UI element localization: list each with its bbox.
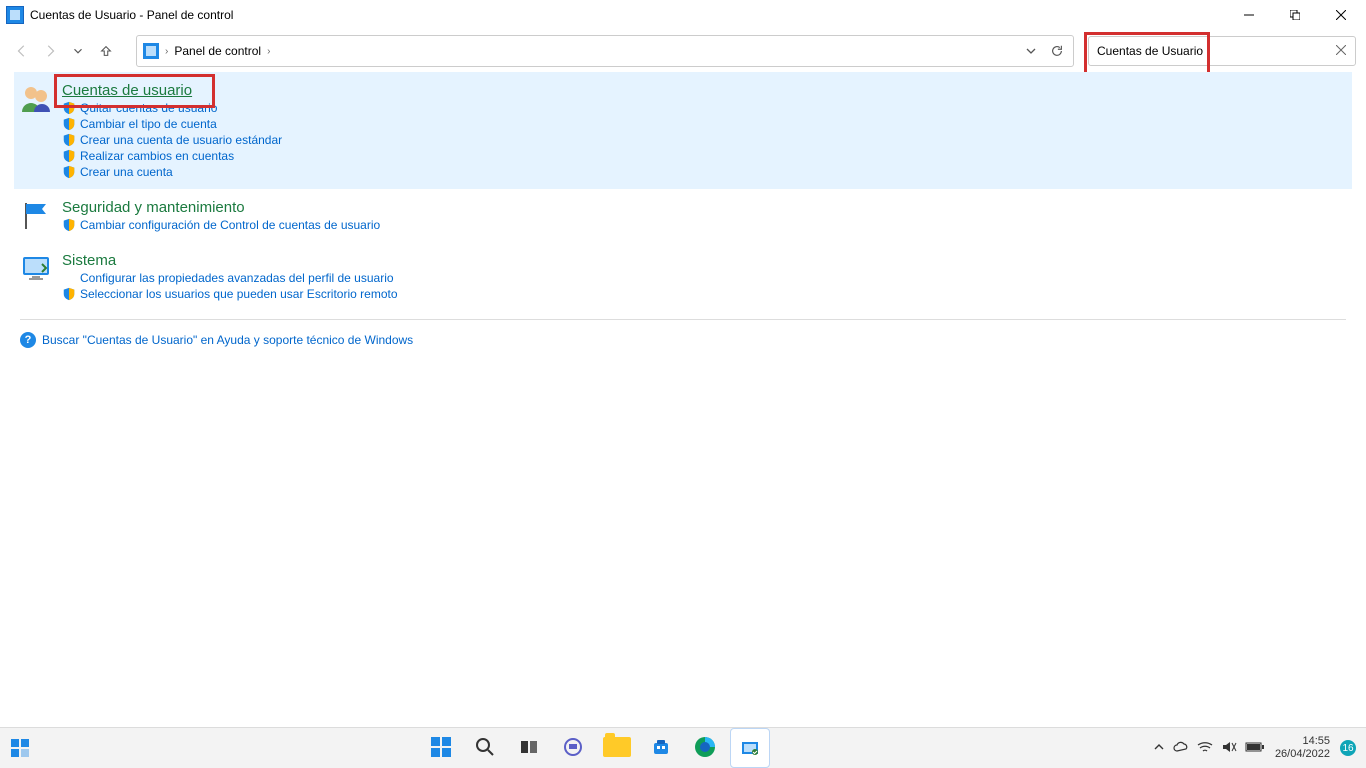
recent-button[interactable] <box>66 39 90 63</box>
user-accounts-icon <box>20 82 52 114</box>
forward-button[interactable] <box>38 39 62 63</box>
address-dropdown-button[interactable] <box>1021 45 1041 57</box>
control-panel-task-button[interactable] <box>730 728 770 768</box>
result-link[interactable]: Cambiar configuración de Control de cuen… <box>62 218 380 232</box>
minimize-button[interactable] <box>1226 0 1272 30</box>
maximize-button[interactable] <box>1272 0 1318 30</box>
shield-icon <box>62 218 76 232</box>
clock-date: 26/04/2022 <box>1275 748 1330 761</box>
result-title[interactable]: Seguridad y mantenimiento <box>62 199 380 216</box>
shield-icon <box>62 117 76 131</box>
result-link[interactable]: Cambiar el tipo de cuenta <box>62 117 282 131</box>
taskbar: 14:55 26/04/2022 16 <box>0 727 1366 768</box>
shield-icon <box>62 165 76 179</box>
search-input[interactable] <box>1095 43 1333 59</box>
chevron-right-icon: › <box>165 46 168 57</box>
separator <box>20 319 1346 320</box>
wifi-icon[interactable] <box>1197 741 1213 756</box>
help-search-label[interactable]: Buscar "Cuentas de Usuario" en Ayuda y s… <box>42 333 413 347</box>
result-group-sistema[interactable]: Sistema Configurar las propiedades avanz… <box>14 242 1352 311</box>
file-explorer-button[interactable] <box>598 728 636 766</box>
start-button[interactable] <box>422 728 460 766</box>
widgets-button[interactable] <box>1 729 39 767</box>
result-link-label[interactable]: Cambiar el tipo de cuenta <box>80 117 217 131</box>
shield-icon <box>62 287 76 301</box>
result-link[interactable]: Crear una cuenta de usuario estándar <box>62 133 282 147</box>
shield-icon <box>62 101 76 115</box>
nav-row: › Panel de control › <box>0 30 1366 72</box>
result-link[interactable]: Seleccionar los usuarios que pueden usar… <box>62 287 398 301</box>
result-link[interactable]: Configurar las propiedades avanzadas del… <box>62 271 398 285</box>
task-view-button[interactable] <box>510 728 548 766</box>
chat-button[interactable] <box>554 728 592 766</box>
security-flag-icon <box>20 199 52 231</box>
clear-search-icon[interactable] <box>1333 44 1349 58</box>
close-button[interactable] <box>1318 0 1364 30</box>
help-search-row[interactable]: ? Buscar "Cuentas de Usuario" en Ayuda y… <box>14 328 1352 352</box>
system-icon <box>20 252 52 284</box>
result-link-label[interactable]: Crear una cuenta de usuario estándar <box>80 133 282 147</box>
control-panel-icon <box>143 43 159 59</box>
system-tray: 14:55 26/04/2022 16 <box>1153 735 1366 761</box>
control-panel-icon <box>6 6 24 24</box>
up-button[interactable] <box>94 39 118 63</box>
clock-time: 14:55 <box>1302 735 1330 748</box>
clock[interactable]: 14:55 26/04/2022 <box>1275 735 1330 761</box>
title-bar: Cuentas de Usuario - Panel de control <box>0 0 1366 30</box>
shield-icon <box>62 149 76 163</box>
onedrive-icon[interactable] <box>1173 741 1189 756</box>
window-title: Cuentas de Usuario - Panel de control <box>30 8 233 22</box>
result-link-label[interactable]: Seleccionar los usuarios que pueden usar… <box>80 287 398 301</box>
back-button[interactable] <box>10 39 34 63</box>
result-link-label[interactable]: Quitar cuentas de usuario <box>80 101 217 115</box>
address-bar[interactable]: › Panel de control › <box>136 35 1074 67</box>
result-link[interactable]: Crear una cuenta <box>62 165 282 179</box>
notification-badge[interactable]: 16 <box>1340 740 1356 756</box>
result-title[interactable]: Cuentas de usuario <box>62 82 282 99</box>
result-group-cuentas[interactable]: Cuentas de usuario Quitar cuentas de usu… <box>14 72 1352 189</box>
result-link-label[interactable]: Cambiar configuración de Control de cuen… <box>80 218 380 232</box>
edge-button[interactable] <box>686 728 724 766</box>
tray-overflow-icon[interactable] <box>1153 741 1165 756</box>
result-title[interactable]: Sistema <box>62 252 398 269</box>
result-group-seguridad[interactable]: Seguridad y mantenimiento Cambiar config… <box>14 189 1352 242</box>
store-button[interactable] <box>642 728 680 766</box>
shield-icon <box>62 133 76 147</box>
search-results: Cuentas de usuario Quitar cuentas de usu… <box>0 72 1366 352</box>
breadcrumb-root[interactable]: Panel de control <box>174 44 261 58</box>
result-link[interactable]: Realizar cambios en cuentas <box>62 149 282 163</box>
search-button[interactable] <box>466 728 504 766</box>
result-link[interactable]: Quitar cuentas de usuario <box>62 101 282 115</box>
folder-icon <box>603 737 631 757</box>
search-box[interactable] <box>1088 36 1356 66</box>
result-link-label[interactable]: Crear una cuenta <box>80 165 173 179</box>
result-link-label[interactable]: Realizar cambios en cuentas <box>80 149 234 163</box>
battery-icon[interactable] <box>1245 741 1265 756</box>
result-link-label[interactable]: Configurar las propiedades avanzadas del… <box>80 271 394 285</box>
volume-icon[interactable] <box>1221 740 1237 757</box>
refresh-button[interactable] <box>1047 44 1067 58</box>
help-icon: ? <box>20 332 36 348</box>
chevron-right-icon: › <box>267 46 270 57</box>
taskbar-center <box>40 728 1153 768</box>
